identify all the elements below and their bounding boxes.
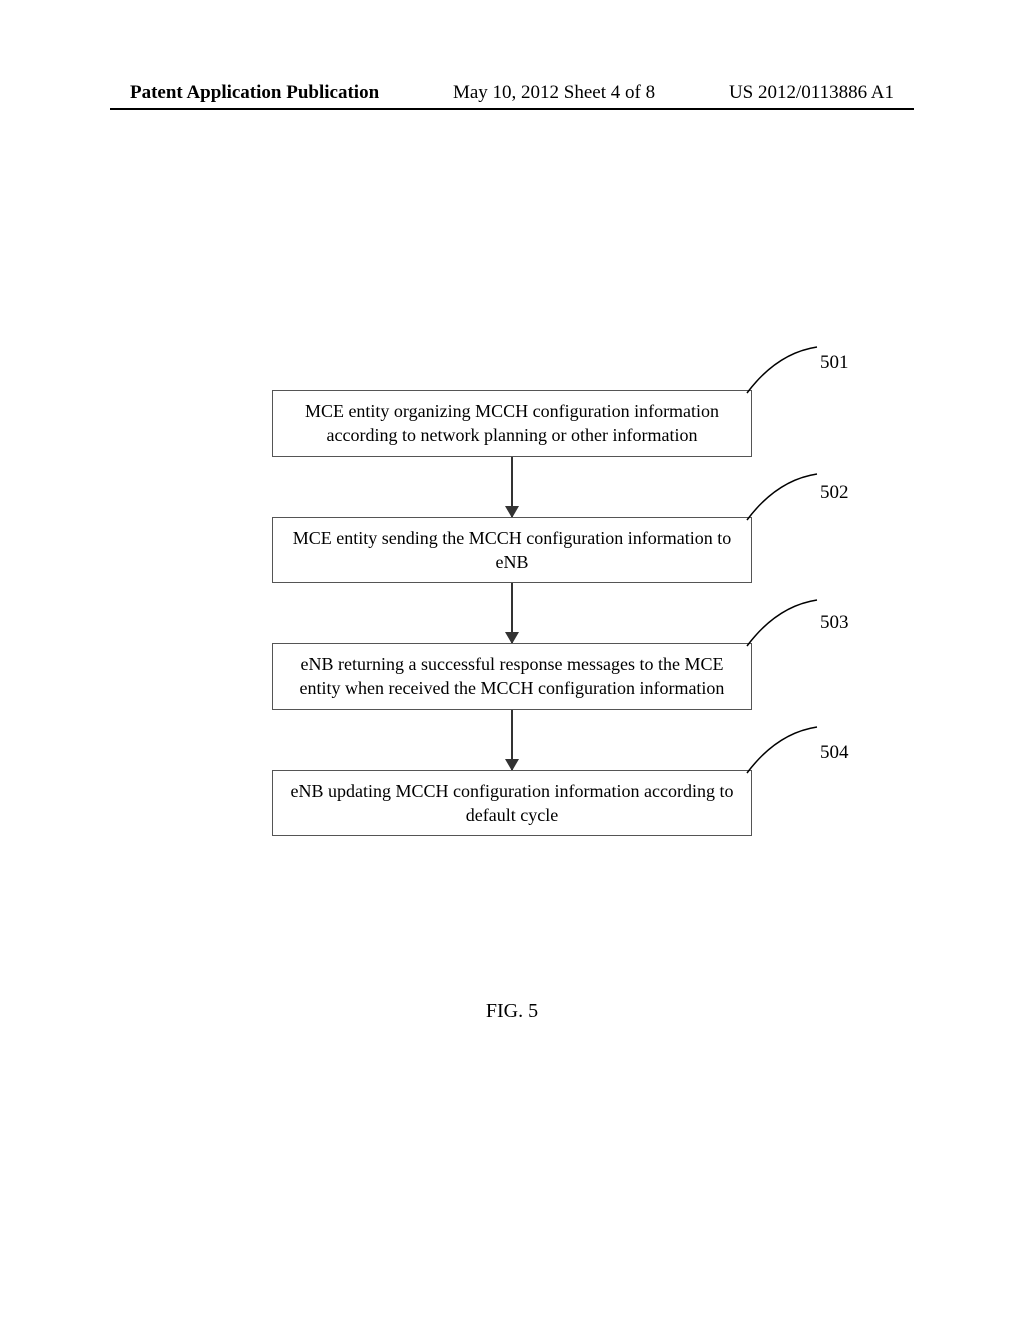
leader-line-icon xyxy=(742,345,822,395)
page: Patent Application Publication May 10, 2… xyxy=(0,0,1024,1320)
arrow-down-icon xyxy=(511,457,513,517)
flow-box-text: MCE entity sending the MCCH configuratio… xyxy=(285,526,739,575)
step-label-504: 504 xyxy=(820,742,849,764)
arrow-down-icon xyxy=(511,583,513,643)
flow-box-text: eNB updating MCCH configuration informat… xyxy=(285,779,739,828)
flow-box-502: MCE entity sending the MCCH configuratio… xyxy=(272,517,752,584)
header-rule xyxy=(110,108,914,110)
flow-step: eNB returning a successful response mess… xyxy=(272,643,752,710)
header-center: May 10, 2012 Sheet 4 of 8 xyxy=(453,82,655,104)
header-right: US 2012/0113886 A1 xyxy=(729,82,894,104)
flow-step: eNB updating MCCH configuration informat… xyxy=(272,770,752,837)
header-left: Patent Application Publication xyxy=(130,82,379,104)
step-label-502: 502 xyxy=(820,482,849,504)
flow-box-503: eNB returning a successful response mess… xyxy=(272,643,752,710)
leader-line-icon xyxy=(742,725,822,775)
figure-caption: FIG. 5 xyxy=(0,1000,1024,1023)
arrow-down-icon xyxy=(511,710,513,770)
step-label-503: 503 xyxy=(820,612,849,634)
flow-step: MCE entity organizing MCCH configuration… xyxy=(272,390,752,457)
flowchart: MCE entity organizing MCCH configuration… xyxy=(0,390,1024,836)
leader-line-icon xyxy=(742,598,822,648)
flow-box-504: eNB updating MCCH configuration informat… xyxy=(272,770,752,837)
flow-box-text: MCE entity organizing MCCH configuration… xyxy=(285,399,739,448)
flow-step: MCE entity sending the MCCH configuratio… xyxy=(272,517,752,584)
flow-box-text: eNB returning a successful response mess… xyxy=(285,652,739,701)
flow-box-501: MCE entity organizing MCCH configuration… xyxy=(272,390,752,457)
page-header: Patent Application Publication May 10, 2… xyxy=(0,82,1024,104)
step-label-501: 501 xyxy=(820,352,849,374)
leader-line-icon xyxy=(742,472,822,522)
